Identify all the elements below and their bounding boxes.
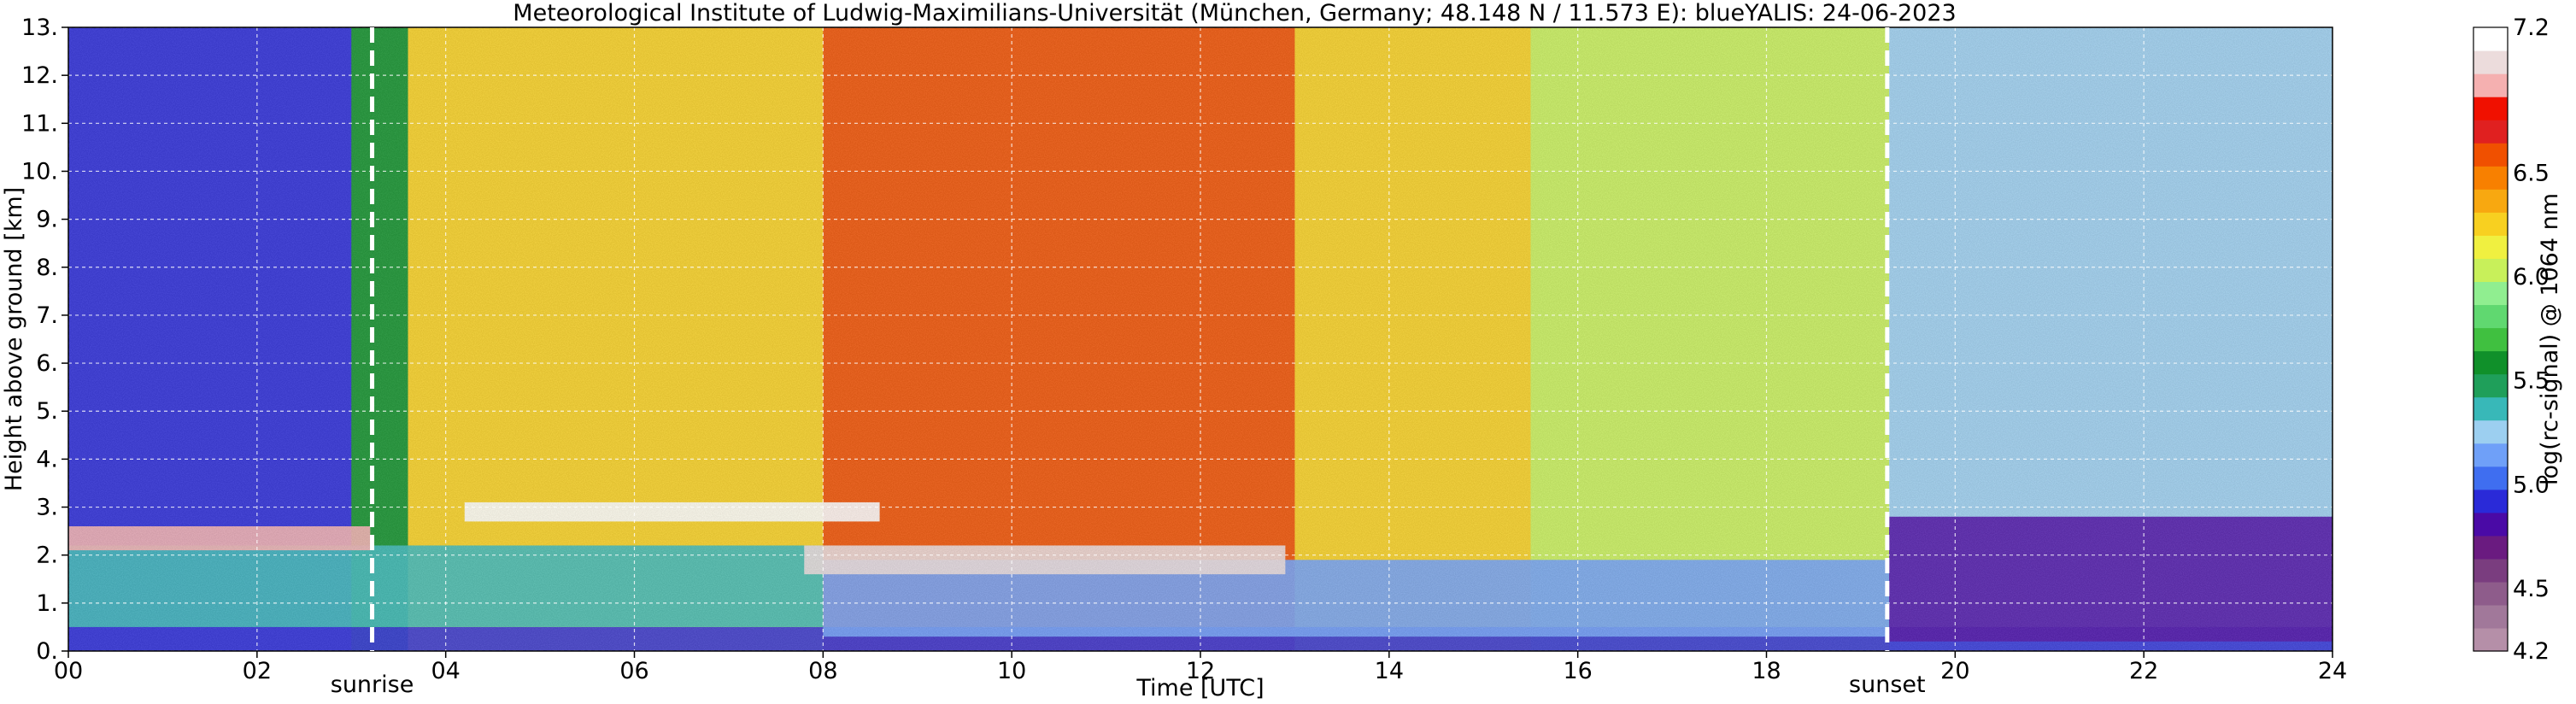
y-tick-label: 1. [36,590,58,617]
y-tick-label: 4. [36,446,58,472]
lidar-chart: sunrise sunset 00 02 04 06 08 10 12 14 16 18 20 22 24… [1,15,2563,701]
colorbar-swatch [2473,73,2508,97]
colorbar-swatch [2473,396,2508,421]
plot-area [68,27,2332,651]
colorbar-swatch [2473,419,2508,444]
colorbar-swatch [2473,443,2508,467]
colorbar-swatch [2473,97,2508,120]
colorbar-swatch [2473,581,2508,606]
y-tick-label: 7. [36,302,58,329]
colorbar-swatch [2473,558,2508,583]
colorbar-tick-label: 6.5 [2513,160,2550,186]
y-tick-label: 8. [36,255,58,281]
speckle-noise [68,27,2332,651]
colorbar-label: log(rc-signal) @ 1064 nm [2537,193,2563,485]
y-tick-label: 0. [36,638,58,665]
colorbar-swatch [2473,258,2508,283]
y-tick-label: 3. [36,495,58,521]
colorbar-swatch [2473,281,2508,306]
colorbar-tick-label: 4.2 [2513,638,2550,665]
y-tick-label: 13. [21,15,58,41]
colorbar-tick-label: 7.2 [2513,15,2550,41]
sunset-label: sunset [1849,672,1926,698]
x-tick-label: 08 [808,658,837,684]
colorbar-swatch [2473,512,2508,537]
colorbar-swatch [2473,50,2508,74]
colorbar-swatch [2473,535,2508,560]
colorbar-tick-label: 4.5 [2513,576,2550,602]
y-axis: 0. 1. 2. 3. 4. 5. 6. 7. 8. 9. 10. 11. 12. 13. [21,15,68,665]
colorbar-swatch [2473,466,2508,490]
colorbar-swatch [2473,143,2508,167]
y-axis-label: Height above ground [km] [1,187,27,491]
x-tick-label: 02 [243,658,272,684]
x-tick-label: 04 [431,658,460,684]
colorbar-swatch [2473,212,2508,236]
colorbar-swatch [2473,327,2508,352]
y-tick-label: 11. [21,110,58,137]
y-tick-label: 5. [36,398,58,425]
colorbar-swatch [2473,235,2508,259]
y-tick-label: 9. [36,207,58,233]
y-tick-label: 12. [21,62,58,89]
x-tick-label: 10 [997,658,1026,684]
x-tick-label: 16 [1563,658,1592,684]
y-tick-label: 2. [36,543,58,569]
x-tick-label: 20 [1940,658,1969,684]
colorbar-swatch [2473,373,2508,398]
y-tick-label: 10. [21,158,58,185]
colorbar-swatch [2473,350,2508,375]
x-tick-label: 06 [619,658,648,684]
colorbar-swatch [2473,627,2508,652]
colorbar-swatch [2473,304,2508,329]
colorbar-swatch [2473,604,2508,629]
y-tick-label: 6. [36,350,58,377]
x-tick-label: 18 [1752,658,1781,684]
colorbar-swatch [2473,27,2508,51]
x-tick-label: 22 [2129,658,2158,684]
colorbar-swatch [2473,120,2508,144]
x-tick-label: 24 [2318,658,2347,684]
x-axis-label: Time [UTC] [1135,675,1264,701]
colorbar-swatch [2473,166,2508,190]
colorbar-swatch [2473,489,2508,513]
sunrise-label: sunrise [331,672,414,698]
colorbar-swatch [2473,189,2508,213]
x-tick-label: 14 [1375,658,1404,684]
